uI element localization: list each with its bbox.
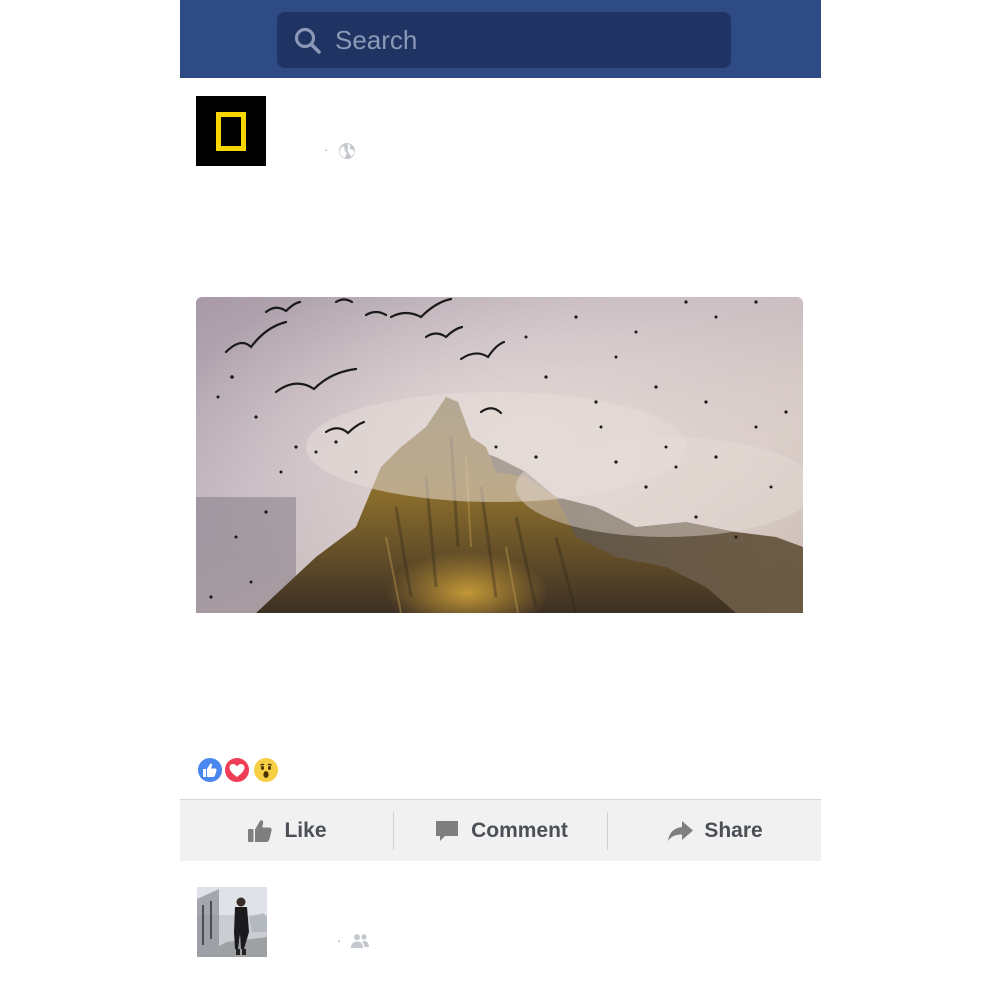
like-button[interactable]: Like — [180, 800, 393, 862]
reaction-summary[interactable] — [196, 756, 296, 786]
thumbs-up-icon — [248, 820, 273, 842]
share-label: Share — [704, 819, 763, 842]
comment-label: Comment — [471, 819, 568, 842]
wow-reaction-icon — [252, 756, 280, 784]
page-avatar[interactable] — [196, 96, 266, 166]
comment-button[interactable]: Comment — [394, 800, 607, 862]
globe-icon — [339, 143, 355, 159]
national-geographic-logo — [216, 112, 246, 151]
search-icon — [294, 27, 321, 54]
like-label: Like — [284, 819, 327, 842]
feed-frame: · — [180, 0, 821, 1000]
search-box[interactable] — [277, 12, 731, 68]
love-reaction-icon — [223, 756, 251, 784]
post-photo[interactable] — [196, 297, 803, 613]
friends-icon — [351, 934, 369, 948]
search-input[interactable] — [335, 20, 715, 60]
user-avatar[interactable] — [197, 887, 267, 957]
meta-separator: · — [337, 933, 342, 948]
meta-separator: · — [324, 142, 329, 157]
share-arrow-icon — [668, 821, 694, 841]
share-button[interactable]: Share — [608, 800, 821, 862]
comment-icon — [436, 821, 459, 841]
action-bar: Like Comment Share — [180, 799, 821, 861]
top-bar — [180, 0, 821, 78]
like-reaction-icon — [196, 756, 224, 784]
